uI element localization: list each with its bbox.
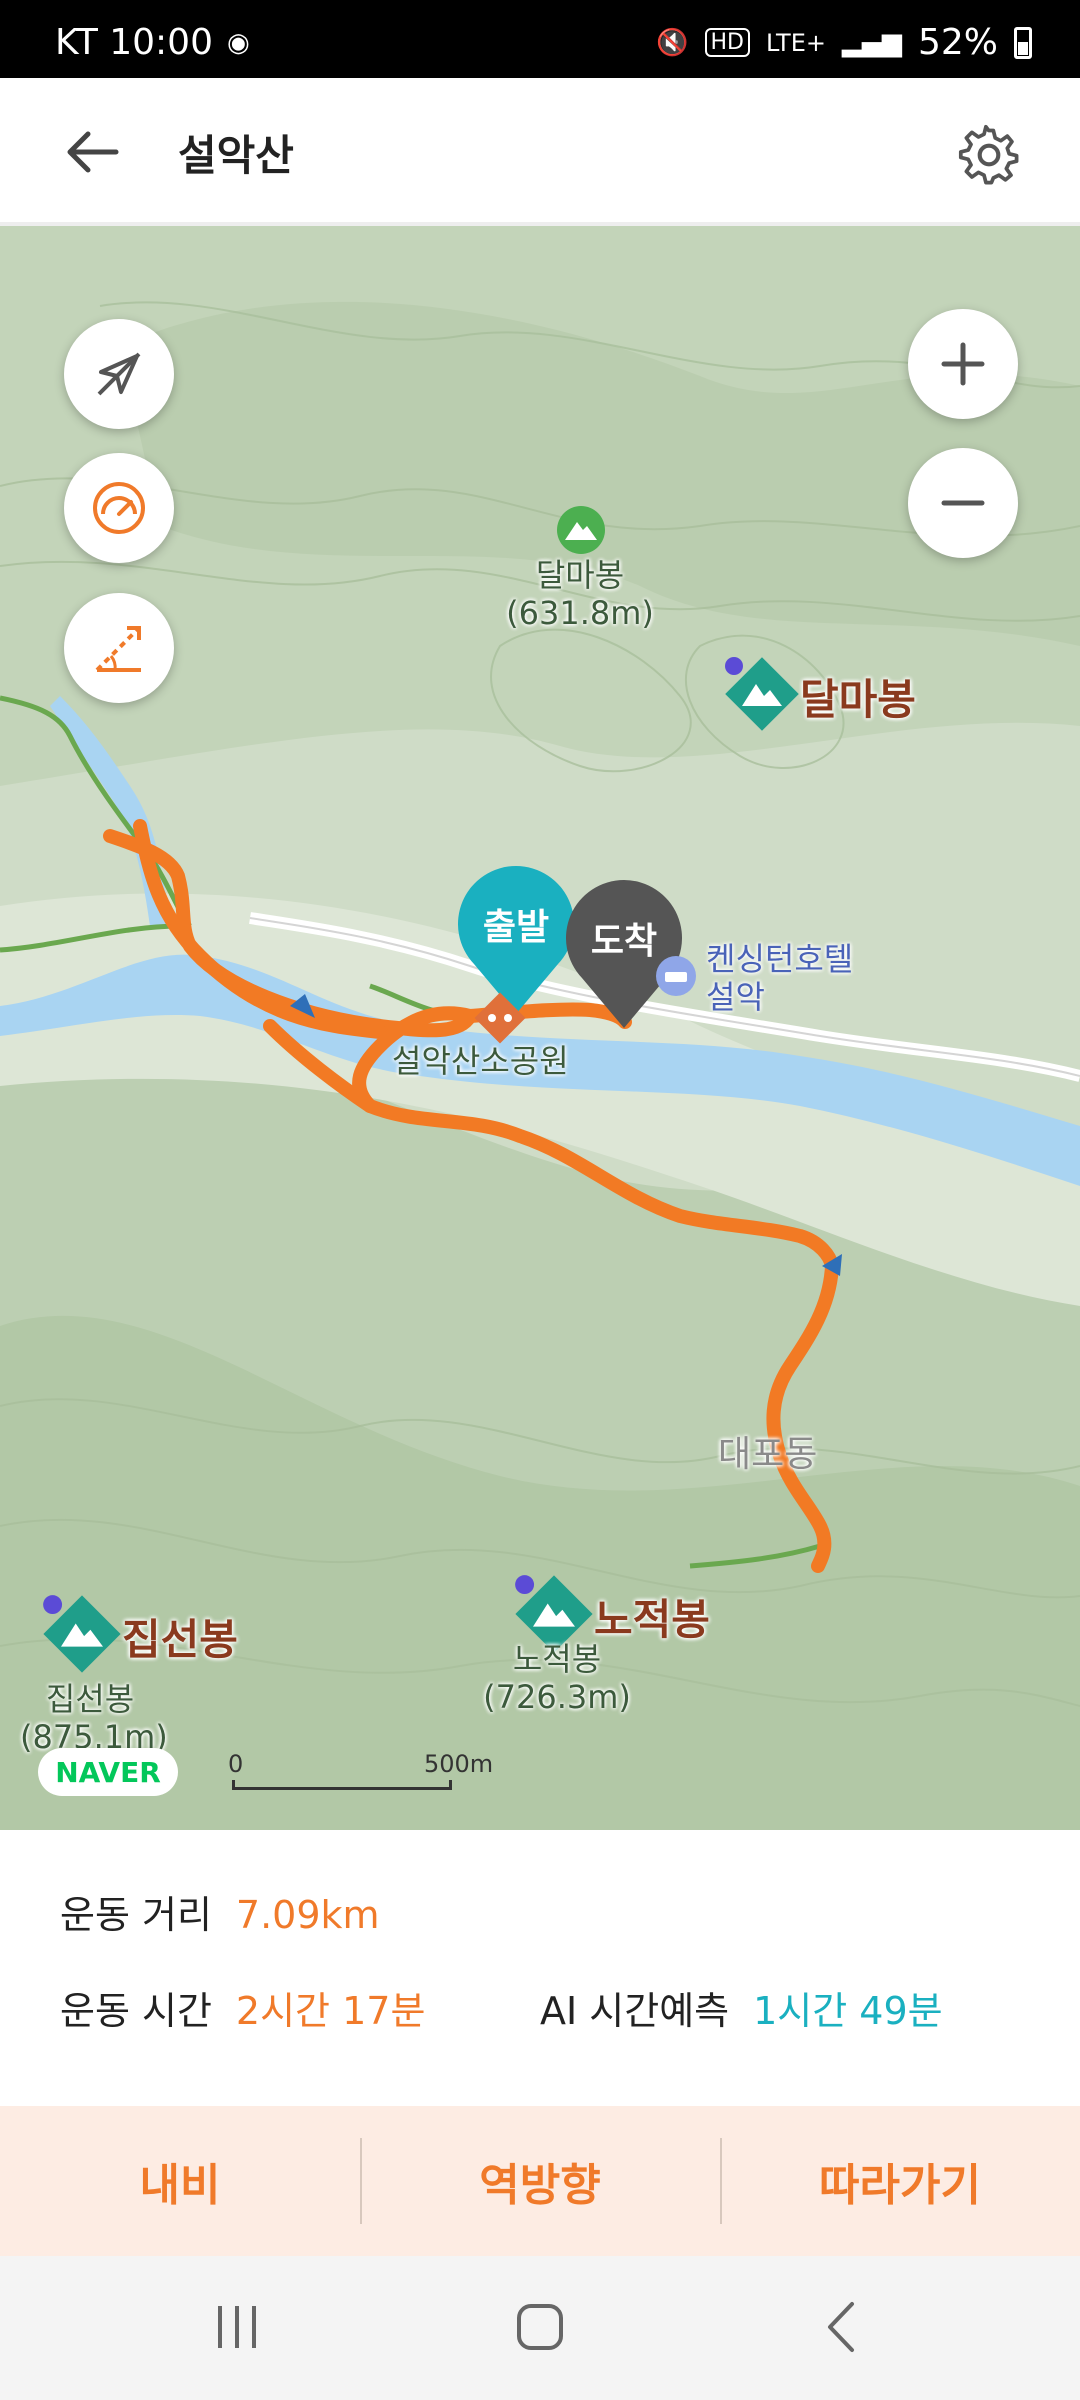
naver-logo: NAVER [38,1748,178,1796]
plus-icon [941,342,985,386]
app-bar: 설악산 [0,78,1080,226]
mute-icon: 🔇 [656,27,689,58]
follow-button[interactable]: 따라가기 [720,2106,1080,2256]
back-nav-icon[interactable] [808,2292,878,2362]
dalmabong-summit-name: 달마봉 [535,556,625,594]
zoom-out-button[interactable] [908,448,1018,558]
altitude-button[interactable] [64,593,174,703]
start-pin-label: 출발 [482,907,550,948]
speedometer-icon [93,482,145,534]
map-scale: 0 500m [228,1750,493,1796]
carrier-time: KT 10:00 [55,22,213,63]
scale-start-label: 0 [228,1750,244,1778]
status-bar: KT 10:00 ◉ 🔇 HD LTE+ ▂▄▆ 52% [0,0,1080,78]
peak-badge-icon[interactable] [40,1592,124,1676]
home-icon[interactable] [505,2292,575,2362]
park-label: 설악산소공원 [392,1042,569,1080]
slope-icon [95,626,141,672]
ai-estimate-row: AI 시간예측 1시간 49분 [540,1980,943,2035]
navigation-off-icon [97,352,141,396]
time-row: 운동 시간 2시간 17분 [60,1980,425,2035]
nojeokbong-summit-height: (726.3m) [483,1678,631,1716]
scale-bar [232,1780,452,1790]
speedometer-button[interactable] [64,453,174,563]
mountain-marker-icon [557,506,605,554]
signal-icon: ▂▄▆ [841,27,902,58]
time-label: 운동 시간 [60,1989,212,2033]
page-title: 설악산 [178,131,294,180]
time-value: 2시간 17분 [235,1989,426,2033]
daepodong-label: 대포동 [718,1434,818,1475]
action-bar: 내비 역방향 따라가기 [0,2106,1080,2256]
ai-estimate-value: 1시간 49분 [753,1989,943,2033]
hotel-name-line2[interactable]: 설악 [706,978,853,1016]
map-view[interactable]: 달마봉 (631.8m) 달마봉 출발 도착 켄싱턴호텔 설악 설악산소공원 대 [0,226,1080,1830]
distance-row: 운동 거리 7.09km [60,1884,380,1939]
peak-badge-icon[interactable] [722,654,802,734]
dalmabong-summit-height: (631.8m) [506,594,654,632]
sync-icon: ◉ [227,27,250,58]
back-arrow-icon[interactable] [62,122,122,182]
zoom-in-button[interactable] [908,309,1018,419]
exercise-info-panel: 운동 거리 7.09km 운동 시간 2시간 17분 AI 시간예측 1시간 49분 [0,1832,1080,2106]
minus-icon [941,500,985,506]
recent-apps-icon[interactable] [202,2292,272,2362]
distance-label: 운동 거리 [60,1893,212,1937]
jipseonbong-peak-label[interactable]: 집선봉 [122,1606,238,1667]
network-type: LTE+ [765,28,826,57]
restaurant-marker-icon[interactable] [472,990,528,1046]
scale-end-label: 500m [424,1750,494,1778]
ai-estimate-label: AI 시간예측 [540,1989,730,2033]
battery-icon [1014,26,1032,59]
nojeokbong-peak-label[interactable]: 노적봉 [594,1586,710,1647]
reverse-button[interactable]: 역방향 [360,2106,720,2256]
settings-gear-icon[interactable] [958,124,1020,186]
dalmabong-peak-label[interactable]: 달마봉 [800,666,916,727]
battery-level: 52% [917,22,998,63]
distance-value: 7.09km [235,1893,380,1937]
hotel-marker-icon[interactable] [654,954,698,998]
nojeokbong-summit-name: 노적봉 [512,1640,602,1678]
system-navigation-bar [0,2256,1080,2400]
hd-icon: HD [704,28,750,57]
jipseonbong-summit-name: 집선봉 [45,1680,135,1718]
hotel-name-line1[interactable]: 켄싱턴호텔 [706,940,853,978]
navi-button[interactable]: 내비 [0,2106,360,2256]
tracking-toggle-button[interactable] [64,319,174,429]
